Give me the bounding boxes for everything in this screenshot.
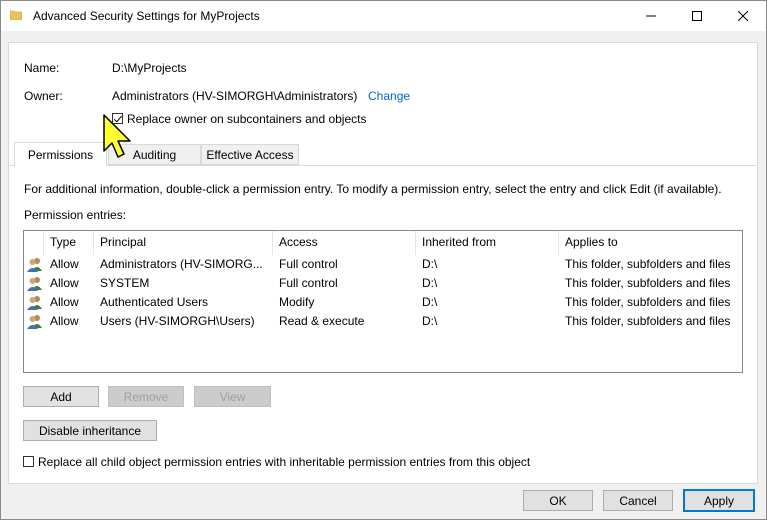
- entry-principal: SYSTEM: [100, 276, 150, 290]
- add-button[interactable]: Add: [23, 386, 99, 407]
- entry-applies-to: This folder, subfolders and files: [565, 257, 731, 271]
- cancel-button[interactable]: Cancel: [603, 490, 673, 511]
- tab-effective-access[interactable]: Effective Access: [201, 144, 299, 165]
- entry-applies-to: This folder, subfolders and files: [565, 276, 731, 290]
- pointer-cursor-icon: [103, 114, 131, 158]
- name-label: Name:: [24, 61, 60, 75]
- entry-inherited-from: D:\: [422, 257, 438, 271]
- info-text: For additional information, double-click…: [24, 182, 722, 196]
- cancel-button-label: Cancel: [619, 493, 657, 508]
- tab-permissions[interactable]: Permissions: [14, 142, 107, 166]
- entry-principal: Authenticated Users: [100, 295, 209, 309]
- entry-inherited-from: D:\: [422, 314, 438, 328]
- maximize-icon: [692, 11, 702, 21]
- tab-permissions-label: Permissions: [27, 147, 94, 162]
- entry-type: Allow: [50, 295, 79, 309]
- column-header-principal[interactable]: Principal: [94, 231, 273, 255]
- entry-access: Modify: [279, 295, 315, 309]
- entry-access: Full control: [279, 257, 338, 271]
- change-owner-link[interactable]: Change: [368, 89, 410, 103]
- view-button[interactable]: View: [194, 386, 271, 407]
- disable-inheritance-button[interactable]: Disable inheritance: [23, 420, 157, 441]
- entry-inherited-from: D:\: [422, 276, 438, 290]
- minimize-button[interactable]: [628, 1, 674, 31]
- ok-button-label: OK: [549, 493, 567, 508]
- users-icon: [27, 296, 42, 310]
- column-header-type[interactable]: Type: [44, 231, 94, 255]
- entry-principal: Users (HV-SIMORGH\Users): [100, 314, 255, 328]
- replace-owner-label[interactable]: Replace owner on subcontainers and objec…: [127, 112, 366, 126]
- column-header-inherited-from[interactable]: Inherited from: [416, 231, 559, 255]
- owner-label: Owner:: [24, 89, 63, 103]
- column-header-applies-to[interactable]: Applies to: [559, 231, 740, 255]
- entry-access: Read & execute: [279, 314, 365, 328]
- close-button[interactable]: [720, 1, 766, 31]
- remove-button-label: Remove: [123, 389, 169, 404]
- entry-type: Allow: [50, 314, 79, 328]
- replace-child-entries-checkbox[interactable]: [23, 456, 34, 467]
- tab-effective-access-label: Effective Access: [206, 147, 294, 162]
- table-row[interactable]: Allow Users (HV-SIMORGH\Users) Read & ex…: [24, 312, 740, 331]
- disable-inheritance-label: Disable inheritance: [38, 423, 142, 438]
- column-header-access[interactable]: Access: [273, 231, 416, 255]
- title-bar[interactable]: Advanced Security Settings for MyProject…: [1, 1, 766, 31]
- entry-type: Allow: [50, 276, 79, 290]
- apply-button-label: Apply: [703, 493, 735, 508]
- close-icon: [738, 11, 748, 21]
- add-button-label: Add: [50, 389, 72, 404]
- ok-button[interactable]: OK: [523, 490, 593, 511]
- folder-icon: [10, 10, 22, 20]
- replace-child-entries-label[interactable]: Replace all child object permission entr…: [38, 455, 530, 469]
- owner-value: Administrators (HV-SIMORGH\Administrator…: [112, 89, 358, 103]
- tab-auditing-label: Auditing: [132, 147, 177, 162]
- entry-type: Allow: [50, 257, 79, 271]
- entry-applies-to: This folder, subfolders and files: [565, 314, 731, 328]
- users-icon: [27, 258, 42, 272]
- entry-access: Full control: [279, 276, 338, 290]
- users-icon: [27, 277, 42, 291]
- view-button-label: View: [219, 389, 246, 404]
- column-header-icon[interactable]: [24, 231, 44, 255]
- permission-entries-table[interactable]: Type Principal Access Inherited from App…: [23, 230, 743, 373]
- tab-panel-border: [8, 165, 756, 166]
- minimize-icon: [646, 15, 656, 17]
- entry-applies-to: This folder, subfolders and files: [565, 295, 731, 309]
- permission-entries-label: Permission entries:: [24, 208, 127, 222]
- table-row[interactable]: Allow SYSTEM Full control D:\ This folde…: [24, 274, 740, 293]
- table-row[interactable]: Allow Authenticated Users Modify D:\ Thi…: [24, 293, 740, 312]
- table-row[interactable]: Allow Administrators (HV-SIMORG... Full …: [24, 255, 740, 274]
- apply-button[interactable]: Apply: [683, 489, 755, 512]
- name-value: D:\MyProjects: [112, 61, 187, 75]
- users-icon: [27, 315, 42, 329]
- remove-button[interactable]: Remove: [108, 386, 184, 407]
- entry-inherited-from: D:\: [422, 295, 438, 309]
- maximize-button[interactable]: [674, 1, 720, 31]
- window-title: Advanced Security Settings for MyProject…: [33, 9, 260, 23]
- entry-principal: Administrators (HV-SIMORG...: [100, 257, 263, 271]
